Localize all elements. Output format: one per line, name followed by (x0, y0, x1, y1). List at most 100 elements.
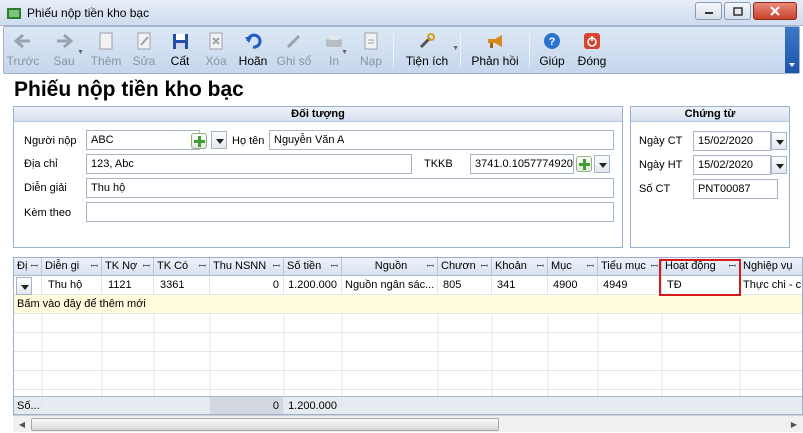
scroll-right-icon[interactable]: ▶ (786, 417, 802, 432)
add-button[interactable]: Thêm (86, 27, 126, 73)
payer-dropdown-icon[interactable] (211, 131, 227, 149)
add-new-row-hint[interactable]: Bấm vào đây để thêm mới (14, 295, 314, 314)
tkkb-field[interactable]: 3741.0.1057774920 (470, 154, 574, 174)
overflow-arrow-icon (789, 63, 795, 67)
arrow-left-icon (14, 33, 30, 49)
fullname-label: Họ tên (232, 135, 265, 147)
save-label: Cất (170, 54, 190, 68)
edit-icon (137, 32, 151, 50)
date-ct-field[interactable]: 15/02/2020 (693, 131, 771, 151)
date-ht-dropdown-icon[interactable] (771, 156, 787, 174)
col-header-so-tien[interactable]: Số tiền ꟷ (284, 258, 342, 276)
col-header-nguon[interactable]: Nguồn ꟷ (342, 258, 438, 276)
col-header-tk-co[interactable]: TK Có ꟷ (154, 258, 210, 276)
tkkb-dropdown-icon[interactable] (594, 155, 610, 173)
help-icon: ? (544, 33, 560, 49)
date-ct-label: Ngày CT (639, 135, 683, 147)
save-button[interactable]: Cất (162, 27, 198, 73)
address-field[interactable]: 123, Abc (86, 154, 412, 174)
utilities-label: Tiện ích (405, 54, 449, 68)
undo-label: Hoãn (238, 54, 268, 68)
payer-field[interactable]: ABC (86, 130, 200, 150)
col-header-muc[interactable]: Mục ꟷ (548, 258, 598, 276)
cell-thu-nsnn[interactable]: 0 (210, 276, 284, 295)
address-label: Địa chỉ (24, 158, 58, 170)
print-button[interactable]: In ▼ (316, 27, 352, 73)
megaphone-icon (488, 35, 502, 48)
utilities-button[interactable]: Tiện ích ▼ (397, 27, 459, 73)
scroll-left-icon[interactable]: ◀ (14, 417, 30, 432)
col-header-nghiep-vu[interactable]: Nghiệp vụ (740, 258, 802, 276)
add-payer-plus-icon[interactable] (191, 133, 207, 149)
pencil-icon (286, 34, 301, 49)
print-label: In (328, 54, 339, 68)
col-header-khoan[interactable]: Khoản ꟷ (492, 258, 548, 276)
forward-label: Sau (53, 54, 75, 68)
maximize-button[interactable] (724, 2, 751, 20)
date-ct-dropdown-icon[interactable] (771, 132, 787, 150)
cell-tieu-muc[interactable]: 4949 (598, 276, 662, 295)
cell-so-tien[interactable]: 1.200.000 (284, 276, 342, 295)
edit-label: Sửa (132, 54, 156, 68)
add-label: Thêm (90, 54, 122, 68)
col-header-tieu-muc[interactable]: Tiểu mục ꟷ (598, 258, 662, 276)
cell-muc[interactable]: 4900 (548, 276, 598, 295)
grid-column-lines (41, 314, 741, 396)
toolbar-separator (460, 33, 461, 67)
col-header-di[interactable]: Đị ꟷ (14, 258, 42, 276)
description-label: Diễn giải (24, 182, 67, 194)
cell-tk-co[interactable]: 3361 (154, 276, 210, 295)
date-ht-label: Ngày HT (639, 159, 683, 171)
minimize-button[interactable] (695, 2, 722, 20)
cell-tk-no[interactable]: 1121 (102, 276, 154, 295)
toolbar: Trước Sau ▼ Thêm Sửa Cất Xóa Hoãn Ghi sổ… (3, 26, 800, 74)
post-ledger-button[interactable]: Ghi sổ (272, 27, 316, 73)
cell-nghiep-vu[interactable]: Thực chi - c (740, 276, 802, 295)
help-button[interactable]: ? Giúp (533, 27, 571, 73)
maximize-icon (732, 6, 743, 16)
attach-field[interactable] (86, 202, 614, 222)
close-icon (770, 6, 780, 16)
help-label: Giúp (539, 54, 565, 68)
date-ht-field[interactable]: 15/02/2020 (693, 155, 771, 175)
delete-button[interactable]: Xóa (198, 27, 234, 73)
back-button[interactable]: Trước (4, 27, 42, 73)
close-form-button[interactable]: Đóng (571, 27, 613, 73)
load-button[interactable]: Nạp (352, 27, 390, 73)
undo-button[interactable]: Hoãn (234, 27, 272, 73)
cell-khoan[interactable]: 341 (492, 276, 548, 295)
col-header-tk-no[interactable]: TK Nợ ꟷ (102, 258, 154, 276)
row-selector[interactable] (14, 276, 42, 295)
row-dropdown-icon[interactable] (16, 277, 32, 295)
col-header-dien-giai[interactable]: Diễn gi ꟷ (42, 258, 102, 276)
col-header-chuong[interactable]: Chươn ꟷ (438, 258, 492, 276)
col-header-thu-nsnn[interactable]: Thu NSNN ꟷ (210, 258, 284, 276)
back-label: Trước (6, 54, 40, 68)
cell-nguon[interactable]: Nguồn ngân sác... (342, 276, 438, 295)
post-ledger-label: Ghi sổ (276, 54, 312, 68)
add-tkkb-plus-icon[interactable] (576, 156, 592, 172)
chung-tu-title: Chứng từ (631, 107, 789, 122)
minimize-icon (704, 12, 713, 14)
payer-label: Người nộp (24, 135, 77, 147)
footer-thu-nsnn: 0 (210, 397, 284, 414)
cell-chuong[interactable]: 805 (438, 276, 492, 295)
description-field[interactable]: Thu hộ (86, 178, 614, 198)
scroll-thumb[interactable] (31, 418, 499, 431)
feedback-button[interactable]: Phản hồi (464, 27, 526, 73)
footer-so-tien-total: 1.200.000 (284, 397, 342, 414)
forward-dropdown-icon: ▼ (77, 49, 84, 56)
so-ct-field[interactable]: PNT00087 (693, 179, 778, 199)
close-form-label: Đóng (577, 54, 607, 68)
edit-button[interactable]: Sửa (126, 27, 162, 73)
horizontal-scrollbar[interactable]: ◀ ▶ (13, 415, 803, 432)
svg-text:?: ? (549, 36, 556, 48)
grid-footer: Số... 0 1.200.000 (14, 396, 802, 414)
add-new-row[interactable]: Bấm vào đây để thêm mới (14, 295, 802, 314)
cell-dien-giai[interactable]: Thu hộ (42, 276, 102, 295)
toolbar-separator (529, 33, 530, 67)
fullname-field[interactable]: Nguyễn Văn A (269, 130, 614, 150)
toolbar-overflow[interactable] (785, 27, 799, 73)
forward-button[interactable]: Sau ▼ (42, 27, 86, 73)
close-window-button[interactable] (753, 2, 797, 20)
